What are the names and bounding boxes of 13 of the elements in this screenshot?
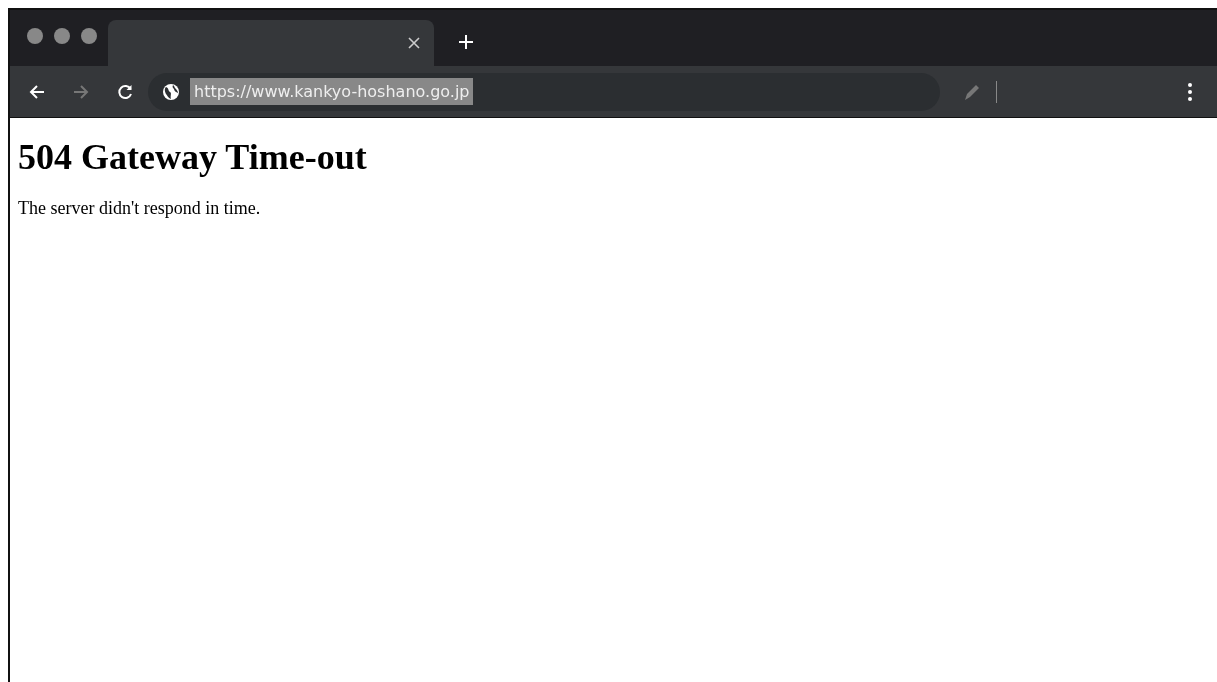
- error-heading: 504 Gateway Time-out: [18, 136, 368, 178]
- address-bar[interactable]: https://www.kankyo-hoshano.go.jp: [148, 72, 940, 111]
- globe-icon: [162, 82, 180, 101]
- url-text[interactable]: https://www.kankyo-hoshano.go.jp: [190, 78, 474, 105]
- reload-icon[interactable]: [116, 82, 134, 101]
- window-control-icon[interactable]: [27, 28, 43, 44]
- menu-icon[interactable]: [1187, 81, 1193, 102]
- new-tab-icon[interactable]: [458, 34, 474, 50]
- error-message: The server didn't respond in time.: [18, 198, 262, 219]
- back-arrow-icon[interactable]: [28, 82, 46, 101]
- window-control-icon[interactable]: [81, 28, 97, 44]
- close-icon[interactable]: [408, 37, 420, 49]
- window-control-icon[interactable]: [54, 28, 70, 44]
